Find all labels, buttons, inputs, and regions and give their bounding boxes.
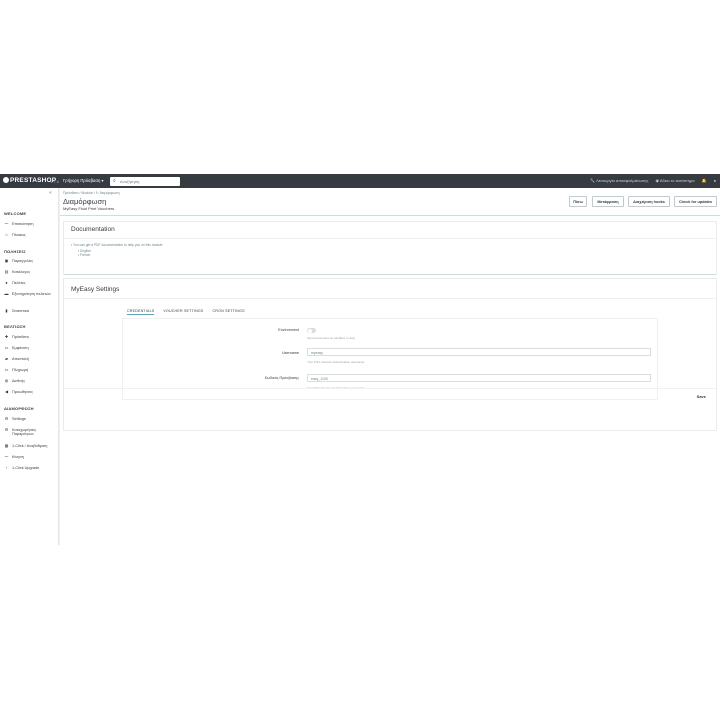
stats-icon: ▮ xyxy=(5,308,8,313)
page-title: Διαμόρφωση xyxy=(63,197,107,206)
sidebar-item-payment[interactable]: ▭ Πληρωμή xyxy=(4,367,56,372)
quick-access-dropdown[interactable]: Γρήγορη Πρόσβαση ▾ xyxy=(63,178,104,183)
sidebar-item-customer-service[interactable]: ▬ Εξυπηρέτηση πελατών xyxy=(4,291,56,296)
sidebar-item-international[interactable]: ◍ Διεθνής xyxy=(4,378,56,383)
search-box[interactable]: ⌕ xyxy=(110,176,180,186)
sidebar-item-modules[interactable]: ✚ Πρόσθετα xyxy=(4,334,56,339)
view-shop-link[interactable]: ◉ Άδειο το κατάστημα xyxy=(655,178,694,183)
eye-icon: ◉ xyxy=(655,178,659,183)
store-icon: ▤ xyxy=(4,269,9,274)
grid-icon: ▦ xyxy=(4,443,9,448)
sidebar-section-configure: ΔΙΑΜΟΡΦΩΣΗ xyxy=(4,406,34,411)
sidebar-section-welcome: WELCOME xyxy=(4,211,27,216)
check-updates-button[interactable]: Check for updates xyxy=(674,196,717,207)
sidebar-item-overview[interactable]: 〜 Επισκόπηση xyxy=(4,221,56,226)
header-divider xyxy=(60,215,720,216)
breadcrumb: Πρόσθετα / Module / ↻ διαμόρφωση xyxy=(63,191,120,195)
account-icon[interactable]: ● xyxy=(714,178,716,183)
panel-divider-accent xyxy=(64,274,716,275)
search-input[interactable] xyxy=(120,177,178,185)
settings-tabs: CREDENTIALS VOUCHER SETTINGS CRON SETTIN… xyxy=(127,309,245,315)
home-icon: ⌂ xyxy=(5,232,8,237)
username-help: Your Print Voucher Authorization usernam… xyxy=(307,360,365,364)
sidebar-section-improve: ΒΕΛΤΙΩΣΗ xyxy=(4,324,26,329)
logo-icon xyxy=(3,177,9,183)
tab-voucher-settings[interactable]: VOUCHER SETTINGS xyxy=(163,309,203,315)
sidebar-item-dashboard[interactable]: ⌂ Πίνακας xyxy=(4,232,56,237)
sidebar: « WELCOME 〜 Επισκόπηση ⌂ Πίνακας ΠΩΛΗΣΕΙΣ … xyxy=(0,188,59,545)
sidebar-item-orders[interactable]: ▣ Παραγγελίες xyxy=(4,258,56,263)
panel-footer-divider xyxy=(64,388,716,389)
top-bar: PRESTASHOP 1.7.8 Γρήγορη Πρόσβαση ▾ ⌕ 🔧 … xyxy=(0,174,720,188)
search-icon: ⌕ xyxy=(113,178,116,184)
documentation-panel: Documentation • You can get a PDF docume… xyxy=(63,221,717,275)
tab-cron-settings[interactable]: CRON SETTINGS xyxy=(213,309,245,315)
tab-credentials[interactable]: CREDENTIALS xyxy=(127,309,155,315)
prestashop-logo[interactable]: PRESTASHOP xyxy=(3,177,56,184)
sidebar-item-upgrade[interactable]: ↑ 1-Click Upgrade xyxy=(4,465,56,470)
sidebar-item-stats[interactable]: ▮ Στατιστικά xyxy=(4,308,56,313)
settings-panel: MyEasy Settings CREDENTIALS VOUCHER SETT… xyxy=(63,278,717,431)
back-button[interactable]: Πίσω xyxy=(569,196,587,207)
sidebar-item-settings[interactable]: ⚙ Settings xyxy=(4,416,56,421)
documentation-title: Documentation xyxy=(71,226,115,233)
puzzle-icon: ✚ xyxy=(4,334,9,339)
gear-icon: ⚙ xyxy=(4,416,9,421)
cart-icon: ▣ xyxy=(4,258,9,263)
chat-icon: ▬ xyxy=(4,291,9,296)
sidebar-item-catalog[interactable]: ▤ Κατάλογος xyxy=(4,269,56,274)
save-button[interactable]: Save xyxy=(697,394,706,399)
desktop-icon: ▭ xyxy=(4,345,9,350)
panel-divider xyxy=(64,298,716,299)
collapse-sidebar-icon[interactable]: « xyxy=(49,190,52,196)
sidebar-item-advanced-parameters[interactable]: ⚙ Καταχωρήσεις Παραμέτρων xyxy=(4,427,56,437)
documentation-text: • You can get a PDF documentation to hel… xyxy=(71,243,163,247)
truck-icon: ▰ xyxy=(4,356,9,361)
main-content: Πρόσθετα / Module / ↻ διαμόρφωση Διαμόρφ… xyxy=(60,188,720,545)
page-subtitle: MyEasy Fluid Print Vouchers xyxy=(63,206,115,211)
sidebar-item-design[interactable]: ▭ Εμφάνιση xyxy=(4,345,56,350)
documentation-links: • English • French xyxy=(78,249,91,258)
environment-label: Environment xyxy=(278,328,299,332)
panel-divider xyxy=(64,238,716,239)
manage-hooks-button[interactable]: Διαχείριση hooks xyxy=(628,196,670,207)
card-icon: ▭ xyxy=(4,367,9,372)
user-icon: ● xyxy=(5,280,8,285)
sidebar-item-shipping[interactable]: ▰ Αποστολή xyxy=(4,356,56,361)
chart-icon: 〜 xyxy=(4,454,9,459)
sidebar-item-one-click[interactable]: ▦ 1-Click / Αναβάθμιση xyxy=(4,443,56,448)
username-input[interactable]: myeasy xyxy=(307,348,651,356)
chart-icon: 〜 xyxy=(4,221,9,226)
notifications-icon[interactable]: 🔔 xyxy=(702,178,707,183)
settings-title: MyEasy Settings xyxy=(71,286,120,293)
environment-help: Set environment (to sandbox or live) xyxy=(307,336,356,340)
upgrade-icon: ↑ xyxy=(5,465,8,470)
password-label: Κωδικός Πρόσβασης xyxy=(264,376,299,380)
top-bar-right: 🔧 Λειτουργία αποσφαλμάτωσης ◉ Άδειο το κ… xyxy=(590,178,716,183)
password-input[interactable]: easy_1100 xyxy=(307,374,651,382)
globe-icon: ◍ xyxy=(4,378,9,383)
megaphone-icon: ◀ xyxy=(4,389,9,394)
wrench-icon: 🔧 xyxy=(590,178,596,183)
sidebar-item-traffic[interactable]: 〜 Κίνηση xyxy=(4,454,56,459)
doc-link-french[interactable]: • French xyxy=(78,253,91,257)
gear-icon: ⚙ xyxy=(4,427,9,432)
sidebar-item-marketing[interactable]: ◀ Προωθήσεις xyxy=(4,389,56,394)
username-label: Username xyxy=(281,351,299,355)
environment-toggle[interactable] xyxy=(307,328,316,333)
sidebar-item-customers[interactable]: ● Πελάτες xyxy=(4,280,56,285)
app-window: PRESTASHOP 1.7.8 Γρήγορη Πρόσβαση ▾ ⌕ 🔧 … xyxy=(0,174,720,545)
debug-mode-link[interactable]: 🔧 Λειτουργία αποσφαλμάτωσης xyxy=(590,178,648,183)
version-label: 1.7.8 xyxy=(50,178,59,184)
translate-button[interactable]: Μετάφραση xyxy=(592,196,624,207)
sidebar-section-sales: ΠΩΛΗΣΕΙΣ xyxy=(4,249,26,254)
